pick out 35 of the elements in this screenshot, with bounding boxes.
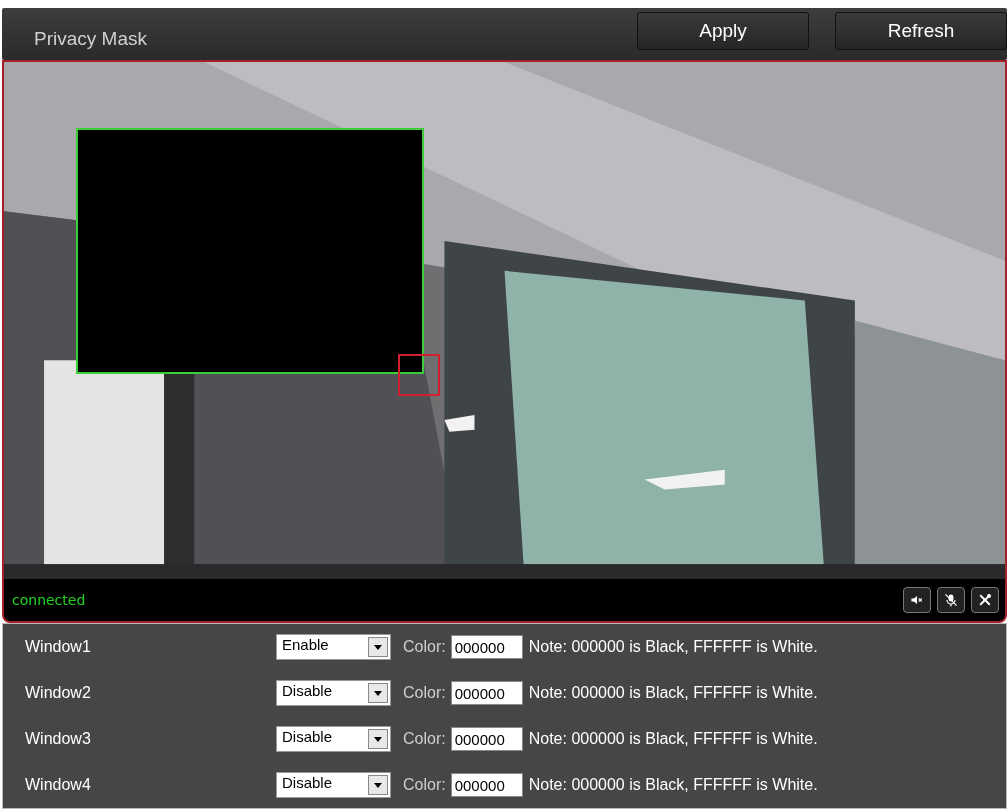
resize-handle[interactable] xyxy=(398,354,440,396)
window-label: Window2 xyxy=(24,684,92,702)
color-label: Color: xyxy=(403,638,446,656)
connection-status: connected xyxy=(12,592,86,608)
color-field[interactable]: 000000 xyxy=(450,681,523,705)
note-text: Note: 000000 is Black, FFFFFF is White. xyxy=(528,684,818,702)
caret-icon xyxy=(374,690,382,696)
mode-select[interactable]: Disable xyxy=(276,680,391,706)
tools-button[interactable] xyxy=(971,587,999,613)
color-label: Color: xyxy=(403,684,446,702)
header-button[interactable]: Refresh xyxy=(835,12,1007,50)
microphone-button[interactable] xyxy=(937,587,965,613)
mode-select[interactable]: Disable xyxy=(276,726,391,752)
mode-select[interactable]: Enable xyxy=(276,634,391,660)
note-text: Note: 000000 is Black, FFFFFF is White. xyxy=(528,638,818,656)
microphone-off-icon xyxy=(943,592,959,608)
tools-icon xyxy=(977,592,993,608)
note-text: Note: 000000 is Black, FFFFFF is White. xyxy=(528,776,818,794)
color-label: Color: xyxy=(403,730,446,748)
color-field[interactable]: 000000 xyxy=(450,727,523,751)
mask-region[interactable] xyxy=(76,128,424,374)
window-label: Window3 xyxy=(24,730,92,748)
window-label: Window1 xyxy=(24,638,92,656)
header-button[interactable]: Apply xyxy=(637,12,809,50)
color-field[interactable]: 000000 xyxy=(450,773,523,797)
caret-icon xyxy=(374,782,382,788)
color-field[interactable]: 000000 xyxy=(450,635,523,659)
note-text: Note: 000000 is Black, FFFFFF is White. xyxy=(528,730,818,748)
page-title: Privacy Mask xyxy=(34,28,147,50)
color-label: Color: xyxy=(403,776,446,794)
mute-button[interactable] xyxy=(903,587,931,613)
window-label: Window4 xyxy=(24,776,92,794)
mode-select[interactable]: Disable xyxy=(276,772,391,798)
caret-icon xyxy=(374,736,382,742)
caret-icon xyxy=(374,644,382,650)
